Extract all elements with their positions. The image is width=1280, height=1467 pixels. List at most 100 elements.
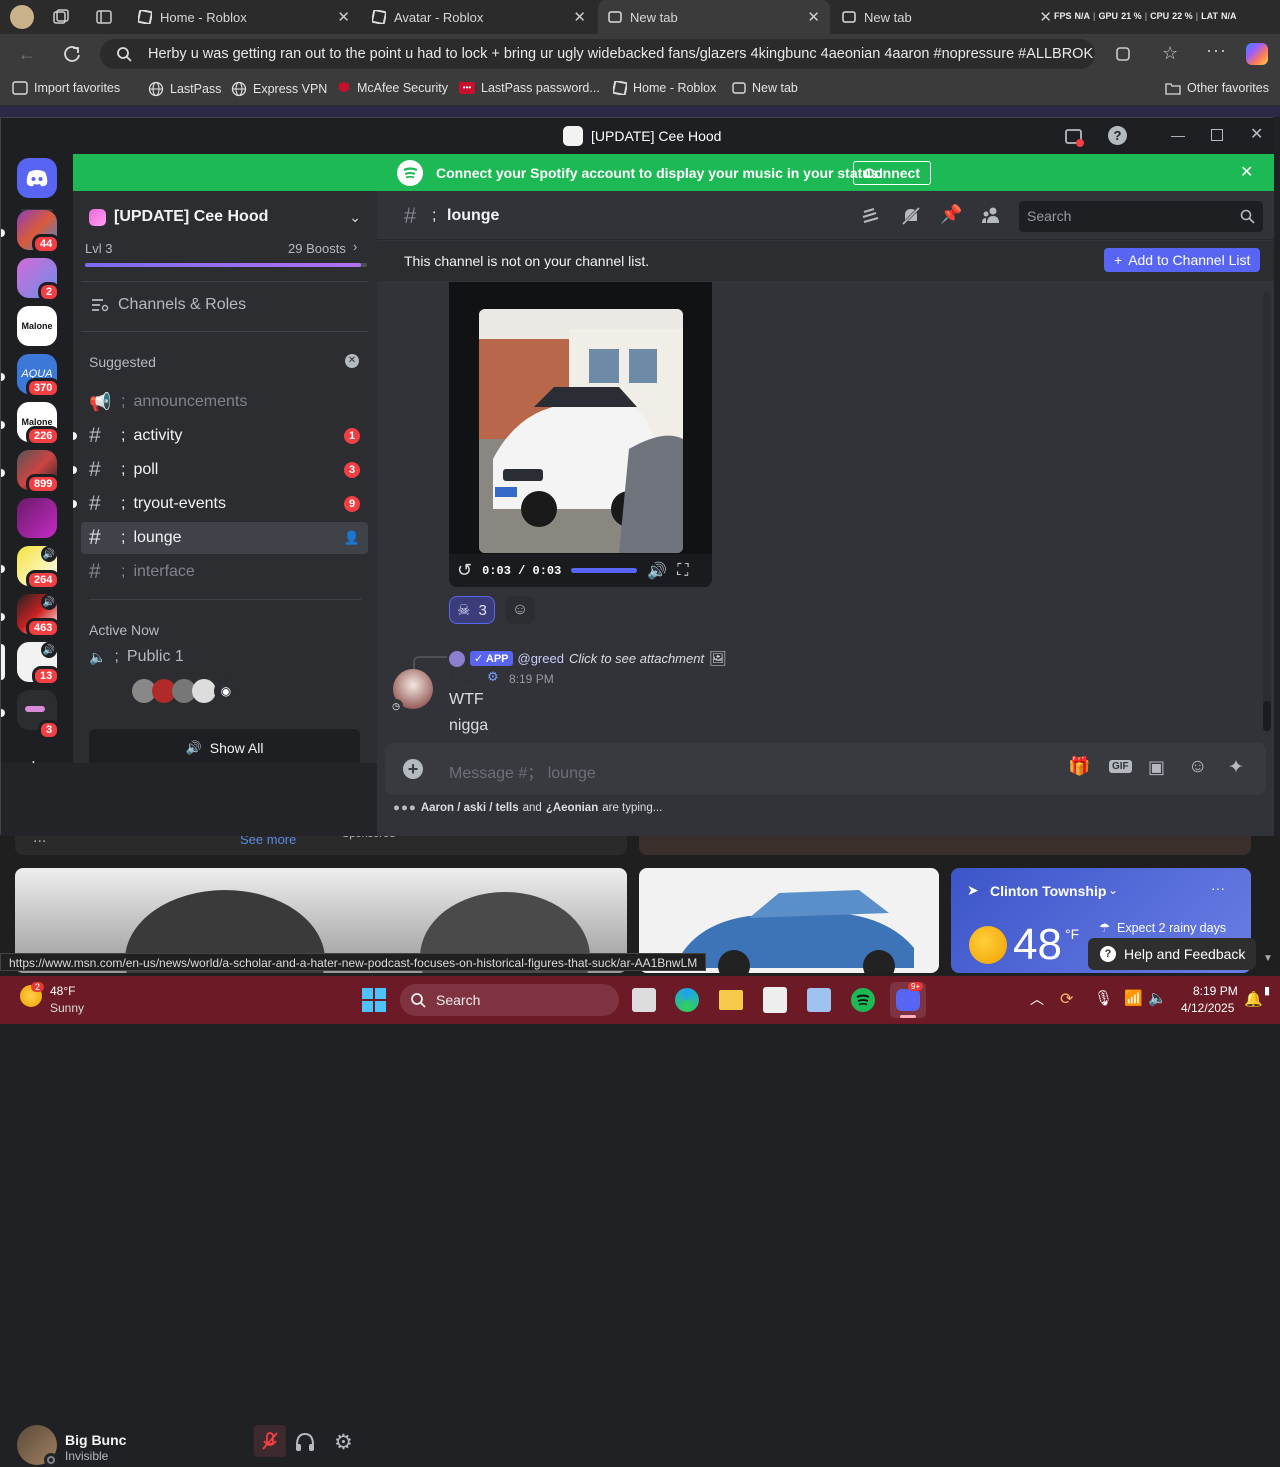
- gif-button[interactable]: GIF: [1109, 760, 1132, 773]
- start-windows-icon[interactable]: [362, 988, 386, 1012]
- chat-scrollbar-thumb[interactable]: [1263, 701, 1271, 731]
- show-all-button[interactable]: 🔊 Show All: [89, 729, 360, 767]
- chevron-up-icon[interactable]: ︿: [1030, 989, 1044, 1009]
- video-attachment[interactable]: ↺ 0:03 / 0:03 🔊 ⛶: [449, 282, 712, 587]
- address-bar[interactable]: Herby u was getting ran out to the point…: [100, 39, 1095, 69]
- weather-location[interactable]: Clinton Township: [990, 883, 1106, 899]
- pin-icon[interactable]: 📌: [940, 204, 962, 225]
- add-member-icon[interactable]: 👤: [344, 530, 360, 546]
- task-view-icon[interactable]: [632, 988, 656, 1012]
- profile-avatar[interactable]: [10, 5, 34, 29]
- close-icon[interactable]: ✕: [807, 8, 820, 26]
- threads-icon[interactable]: [860, 206, 882, 228]
- settings-gear-icon[interactable]: ⚙: [334, 1430, 353, 1455]
- replay-icon[interactable]: ↺: [457, 560, 472, 581]
- fullscreen-icon[interactable]: ⛶: [677, 562, 688, 580]
- server-icon-malone[interactable]: Malone: [17, 306, 57, 346]
- video-progress-bar[interactable]: [571, 568, 638, 573]
- copilot-icon[interactable]: [1246, 43, 1268, 65]
- spotify-taskbar-icon[interactable]: [851, 988, 875, 1012]
- add-reaction-icon[interactable]: ☺: [505, 596, 535, 624]
- channel-announcements[interactable]: 📢; announcements: [81, 386, 368, 418]
- mute-button[interactable]: [254, 1425, 286, 1457]
- clock-time[interactable]: 8:19 PM: [1193, 984, 1238, 998]
- voice-participant-avatars[interactable]: ◉: [132, 679, 252, 703]
- chat-scrollbar-track[interactable]: [1263, 291, 1271, 731]
- volume-icon[interactable]: 🔊: [647, 561, 667, 581]
- more-menu-icon[interactable]: ···: [1206, 40, 1227, 61]
- headphones-icon[interactable]: [294, 1431, 316, 1453]
- tab-actions-icon[interactable]: [95, 8, 113, 26]
- app-icon[interactable]: [763, 987, 787, 1013]
- spotify-connect-button[interactable]: Connect: [853, 161, 931, 185]
- boost-count[interactable]: 29 Boosts: [288, 241, 346, 256]
- close-icon[interactable]: ✕: [573, 8, 586, 26]
- close-icon[interactable]: ✕: [1039, 8, 1052, 26]
- back-icon[interactable]: ←: [18, 44, 36, 65]
- channel-activity[interactable]: #; activity 1: [73, 420, 368, 452]
- channel-interface[interactable]: #; interface: [81, 556, 368, 588]
- task-manager-icon[interactable]: [807, 988, 831, 1012]
- wifi-icon[interactable]: 📶: [1124, 989, 1143, 1007]
- emoji-icon[interactable]: ☺: [1188, 756, 1207, 778]
- sync-icon[interactable]: ⟳: [1060, 989, 1073, 1009]
- channel-poll[interactable]: #; poll 3: [73, 454, 368, 486]
- gift-icon[interactable]: 🎁: [1068, 756, 1090, 777]
- inbox-icon[interactable]: [1064, 127, 1084, 147]
- fav-new-tab[interactable]: New tab: [732, 81, 798, 95]
- discord-home-icon[interactable]: [17, 158, 57, 198]
- favorites-star-icon[interactable]: ☆: [1162, 43, 1178, 64]
- add-to-channel-list-button[interactable]: + Add to Channel List: [1104, 248, 1261, 272]
- scroll-down-arrow[interactable]: ▼: [1263, 953, 1273, 964]
- tab-home-roblox[interactable]: Home - Roblox ✕: [128, 0, 360, 34]
- channels-roles-button[interactable]: Channels & Roles: [91, 296, 246, 314]
- active-voice-channel[interactable]: 🔈; Public 1: [89, 648, 184, 666]
- volume-icon[interactable]: 🔈: [1148, 989, 1167, 1007]
- file-explorer-icon[interactable]: [719, 990, 743, 1010]
- fav-import-favorites[interactable]: Import favorites: [12, 81, 120, 95]
- fav-lastpass[interactable]: LastPass: [148, 81, 221, 97]
- more-dots-icon[interactable]: ···: [1211, 880, 1225, 896]
- tab-avatar-roblox[interactable]: Avatar - Roblox ✕: [362, 0, 596, 34]
- dismiss-suggested-icon[interactable]: ✕: [345, 354, 359, 368]
- tab-new-tab-active[interactable]: New tab ✕: [598, 0, 830, 34]
- fav-lastpass-password[interactable]: ••• LastPass password...: [459, 81, 600, 95]
- clock-date[interactable]: 4/12/2025: [1181, 1001, 1234, 1015]
- workspaces-icon[interactable]: [52, 8, 70, 26]
- hashtag-icon: #: [89, 492, 101, 515]
- sticker-icon[interactable]: ▣: [1148, 757, 1165, 778]
- minimize-icon[interactable]: —: [1171, 127, 1185, 143]
- attach-plus-icon[interactable]: +: [403, 759, 423, 779]
- channel-tryout-events[interactable]: #; tryout-events 9: [73, 488, 368, 520]
- channel-lounge-selected[interactable]: #; lounge 👤: [81, 522, 368, 554]
- chevron-down-icon[interactable]: ⌄: [1108, 883, 1118, 897]
- microphone-icon[interactable]: 🎙: [1094, 989, 1113, 1007]
- fav-express-vpn[interactable]: Express VPN: [231, 81, 327, 97]
- fav-home-roblox[interactable]: Home - Roblox: [613, 81, 716, 95]
- search-input[interactable]: Search: [1019, 201, 1263, 232]
- reply-reference-line[interactable]: ✓ APP @greed Click to see attachment 🖼: [449, 650, 727, 667]
- maximize-icon[interactable]: [1211, 129, 1223, 141]
- message-composer[interactable]: + Message #； lounge 🎁 GIF ▣ ☺ ✦: [385, 743, 1266, 795]
- refresh-icon[interactable]: [62, 44, 82, 64]
- server-header[interactable]: [UPDATE] Cee Hood ⌄: [89, 208, 361, 226]
- discord-taskbar-button[interactable]: 9+: [890, 982, 926, 1018]
- notification-bell-icon[interactable]: 🔔: [1244, 990, 1263, 1008]
- message-author-name[interactable]: Marc: [449, 669, 482, 686]
- edge-icon[interactable]: [675, 988, 699, 1012]
- fav-mcafee[interactable]: McAfee Security: [337, 81, 448, 95]
- apps-icon[interactable]: ✦: [1228, 756, 1244, 779]
- fav-other-favorites[interactable]: Other favorites: [1165, 81, 1269, 95]
- help-icon[interactable]: ?: [1108, 126, 1127, 145]
- member-list-icon[interactable]: [980, 205, 1002, 227]
- tab-new-tab[interactable]: New tab ✕: [832, 0, 1062, 34]
- close-window-icon[interactable]: ✕: [1250, 124, 1263, 144]
- notification-muted-icon[interactable]: [900, 205, 922, 227]
- extensions-icon[interactable]: [1114, 45, 1132, 63]
- server-icon-6[interactable]: [17, 498, 57, 538]
- close-banner-icon[interactable]: ✕: [1240, 162, 1253, 182]
- reaction-skull[interactable]: ☠ 3: [449, 596, 495, 624]
- taskbar-search[interactable]: Search: [400, 984, 619, 1016]
- help-feedback-button[interactable]: ? Help and Feedback: [1088, 938, 1256, 970]
- close-icon[interactable]: ✕: [337, 8, 350, 26]
